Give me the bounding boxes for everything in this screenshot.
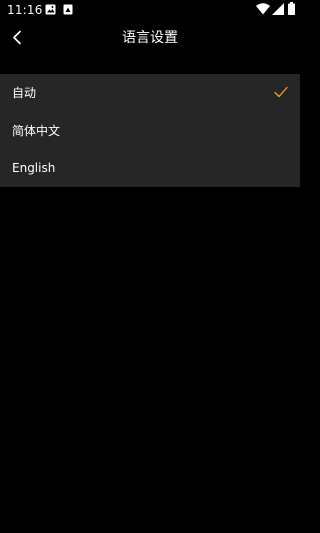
download-notification-icon (63, 4, 73, 15)
battery-icon (288, 2, 295, 15)
language-option-simplified-chinese[interactable]: 简体中文 (0, 112, 300, 150)
header: 语言设置 (0, 22, 300, 56)
language-label: 简体中文 (12, 123, 61, 138)
language-label: 自动 (12, 86, 37, 100)
language-label: English (12, 161, 56, 175)
status-bar: 11:16 (0, 0, 300, 22)
language-list: 自动 简体中文 English (0, 74, 300, 187)
image-notification-icon (45, 4, 56, 15)
language-option-auto[interactable]: 自动 (0, 74, 300, 112)
check-icon (274, 86, 288, 98)
language-option-english[interactable]: English (0, 149, 300, 187)
wifi-icon (256, 3, 270, 15)
page-title: 语言设置 (122, 30, 178, 46)
status-time: 11:16 (7, 3, 43, 17)
signal-icon (272, 3, 284, 15)
